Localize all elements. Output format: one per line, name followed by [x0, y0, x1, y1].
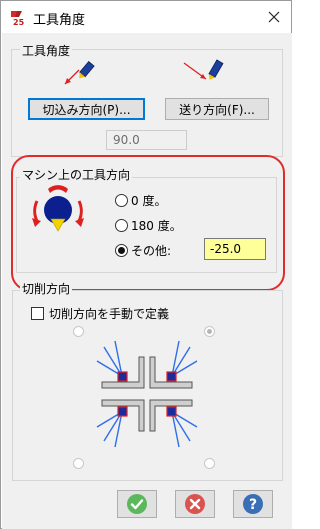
cutting-direction-diagram-icon	[96, 340, 198, 448]
cancel-button[interactable]	[175, 490, 215, 518]
app-logo-icon: 25	[11, 11, 25, 26]
title-bar: 25 工具角度	[1, 1, 291, 33]
ok-button[interactable]	[117, 490, 157, 518]
x-icon	[185, 494, 205, 514]
close-icon	[268, 11, 280, 23]
manual-cut-direction-row[interactable]: 切削方向を手動で定義	[31, 305, 169, 322]
dialog-window: 25 工具角度 工具角度 切込み方向(P)... 送り方向(F)... 90.0…	[0, 0, 292, 529]
feed-direction-button[interactable]: 送り方向(F)...	[165, 98, 269, 120]
check-icon	[127, 494, 147, 514]
highlight-outline	[11, 155, 285, 291]
tool-angle-field: 90.0	[106, 130, 187, 150]
svg-text:25: 25	[13, 18, 25, 26]
svg-text:?: ?	[249, 497, 257, 513]
dialog-body: 工具角度 切込み方向(P)... 送り方向(F)... 90.0 マシン上の工具…	[2, 33, 292, 529]
plunge-direction-button[interactable]: 切込み方向(P)...	[28, 98, 145, 120]
tool-angle-group-label: 工具角度	[20, 42, 73, 59]
window-title: 工具角度	[33, 13, 86, 28]
plunge-direction-icon	[64, 60, 95, 85]
cut-direction-group-label: 切削方向	[20, 280, 73, 297]
help-button[interactable]: ?	[233, 490, 273, 518]
manual-cut-direction-label: 切削方向を手動で定義	[49, 307, 170, 321]
feed-direction-icon	[183, 59, 224, 80]
cut-dir-radio-bottom-right[interactable]	[204, 458, 215, 469]
close-button[interactable]	[257, 1, 291, 33]
manual-cut-direction-checkbox[interactable]	[31, 307, 44, 320]
question-icon: ?	[243, 494, 263, 514]
cut-dir-radio-bottom-left[interactable]	[73, 458, 84, 469]
